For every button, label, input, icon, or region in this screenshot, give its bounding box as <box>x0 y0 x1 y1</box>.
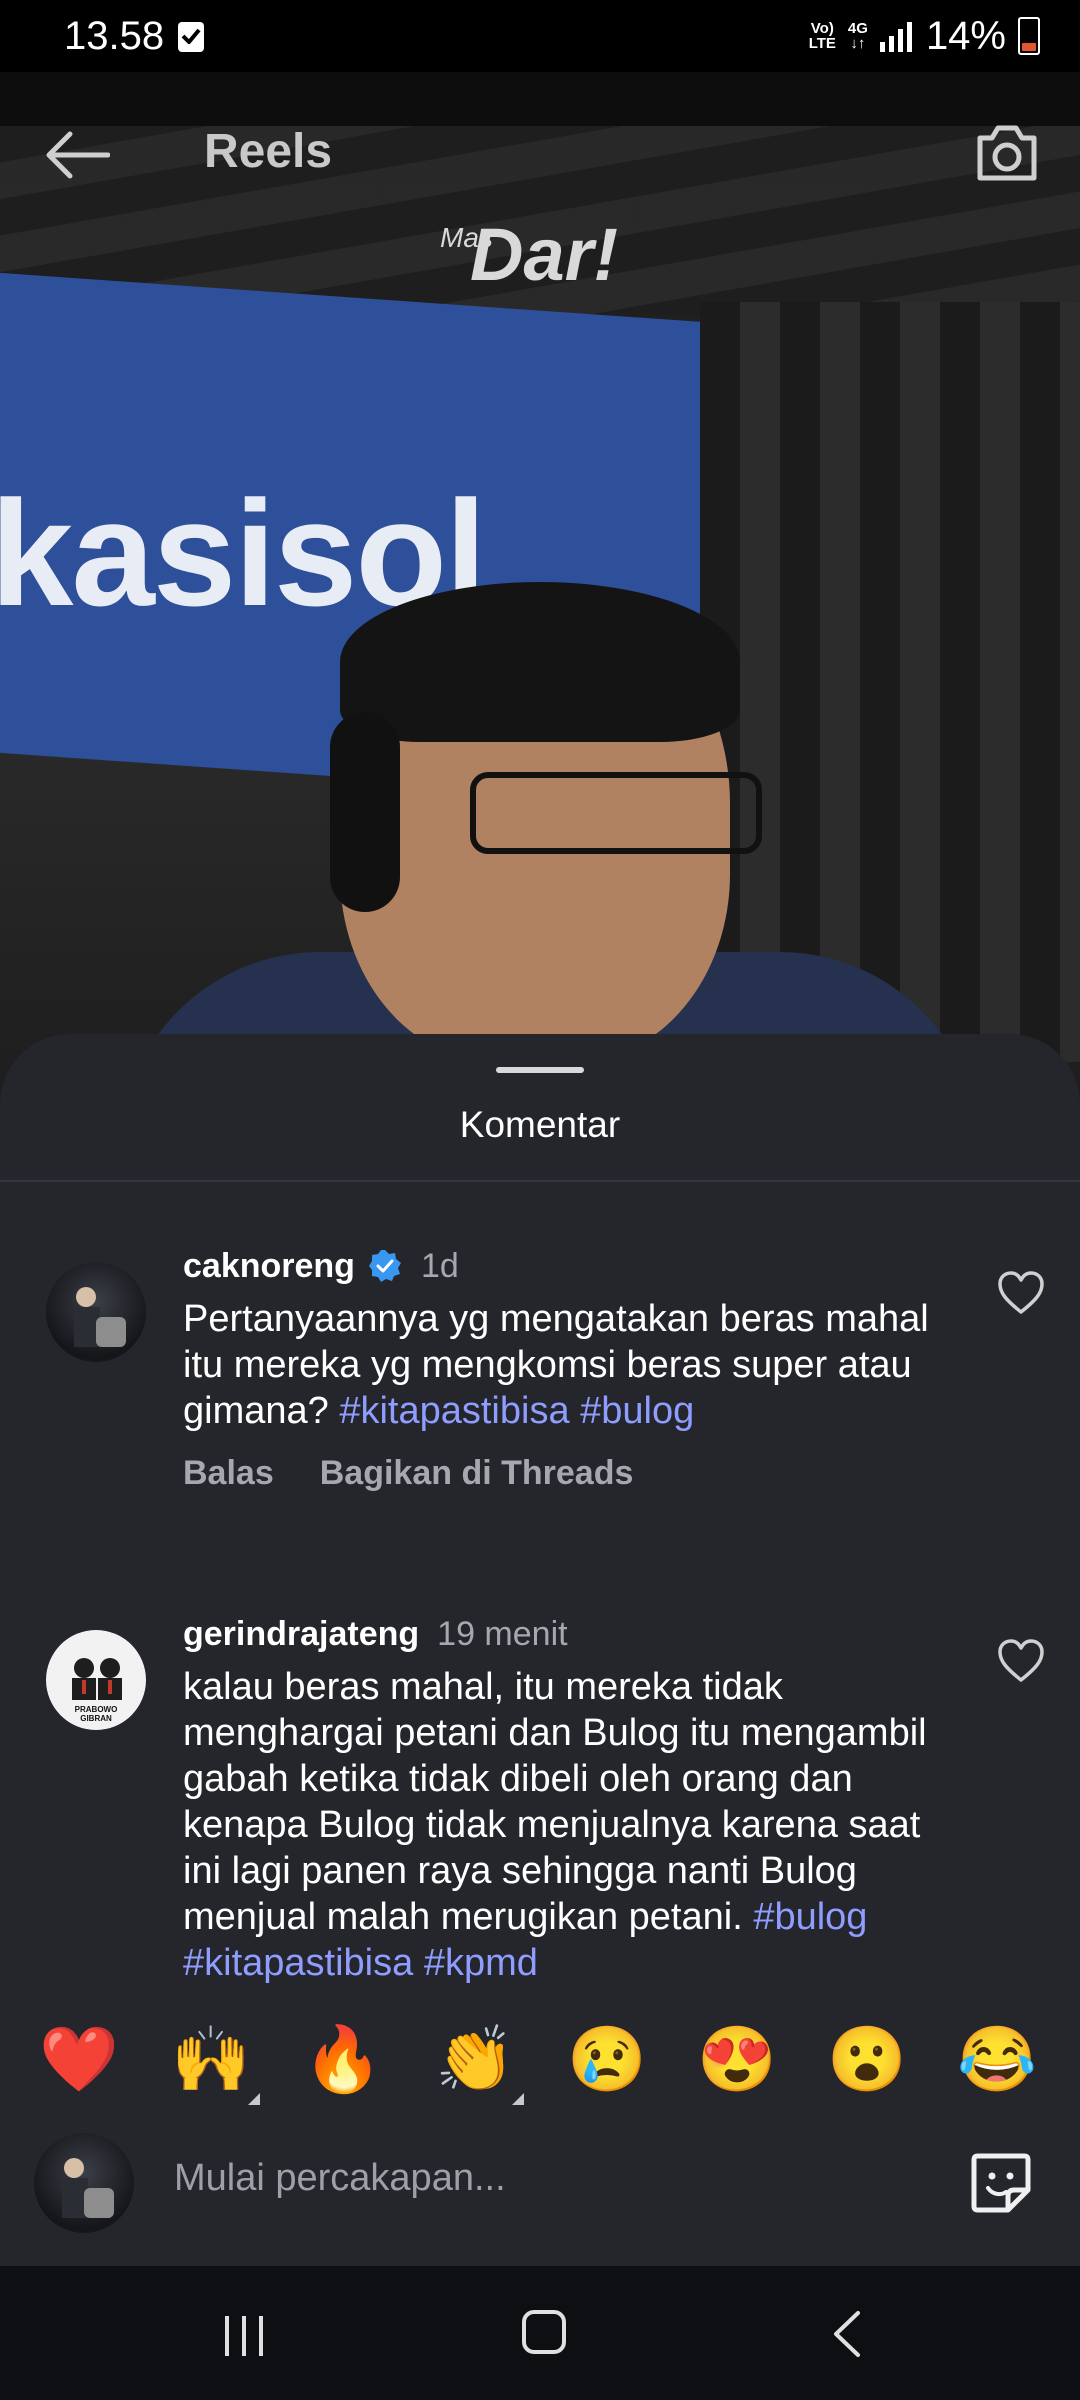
hashtag-link[interactable]: #kitapastibisa <box>183 1942 413 1984</box>
status-bar: 13.58 Vo) LTE 4G ↓↑ 14% <box>0 0 1080 72</box>
recent-apps-icon[interactable] <box>222 2314 266 2358</box>
emoji-clapping[interactable]: 👏 <box>430 2019 520 2099</box>
camera-icon[interactable] <box>974 122 1040 184</box>
verified-badge-icon <box>368 1250 401 1282</box>
network-type-indicator: 4G ↓↑ <box>847 20 868 52</box>
emoji-surprised[interactable]: 😮 <box>822 2019 912 2099</box>
volte-indicator: Vo) LTE <box>808 20 836 52</box>
comment-time: 1d <box>420 1246 459 1285</box>
emoji-heart-eyes[interactable]: 😍 <box>692 2019 782 2099</box>
battery-percent: 14% <box>925 13 1006 58</box>
reels-header: Reels <box>0 110 1080 200</box>
system-navbar <box>0 2266 1080 2400</box>
arrow-left-icon[interactable] <box>44 130 110 180</box>
skin-tone-indicator <box>248 2093 260 2105</box>
avatar[interactable]: PRABOWO GIBRAN <box>46 1630 146 1730</box>
hashtag-link[interactable]: #kpmd <box>424 1942 538 1984</box>
sheet-drag-handle[interactable] <box>496 1067 584 1073</box>
emoji-raised-hands[interactable]: 🙌 <box>166 2019 256 2099</box>
comment-body: caknoreng 1d Pertanyaannya yg mengatakan… <box>183 1246 953 1493</box>
divider <box>0 1180 1080 1182</box>
hashtag-link[interactable]: #bulog <box>753 1896 867 1938</box>
home-icon[interactable] <box>522 2310 566 2354</box>
heart-icon[interactable] <box>996 1636 1046 1686</box>
comment-body: gerindrajateng 19 menit kalau beras maha… <box>183 1614 953 1986</box>
status-time: 13.58 <box>64 14 165 58</box>
comment-username[interactable]: caknoreng <box>183 1247 355 1286</box>
comment-username[interactable]: gerindrajateng <box>183 1615 419 1654</box>
emoji-laughing[interactable]: 😂 <box>952 2019 1042 2099</box>
comment-input[interactable]: Mulai percakapan... <box>174 2157 506 2200</box>
sticker-icon[interactable] <box>968 2150 1034 2216</box>
page-title: Reels <box>204 125 333 178</box>
emoji-heart[interactable]: ❤️ <box>34 2019 124 2099</box>
comment-input-row <box>0 2130 1080 2266</box>
back-icon[interactable] <box>830 2310 864 2358</box>
status-indicators: Vo) LTE 4G ↓↑ 14% <box>809 14 1040 58</box>
avatar <box>34 2133 134 2233</box>
skin-tone-indicator <box>512 2093 524 2105</box>
svg-text:PRABOWO: PRABOWO <box>75 1705 118 1714</box>
hashtag-link[interactable]: #kitapastibisa <box>339 1390 569 1432</box>
svg-text:GIBRAN: GIBRAN <box>80 1714 112 1723</box>
comment-text: Pertanyaannya yg mengatakan beras mahal … <box>183 1298 929 1432</box>
reply-button[interactable]: Balas <box>183 1454 274 1493</box>
heart-icon[interactable] <box>996 1268 1046 1318</box>
avatar[interactable] <box>46 1262 146 1362</box>
share-threads-button[interactable]: Bagikan di Threads <box>320 1454 634 1493</box>
reel-video[interactable]: kasisol Mas Dar! <box>0 72 1080 1152</box>
battery-icon <box>1018 17 1040 55</box>
emoji-crying[interactable]: 😢 <box>562 2019 652 2099</box>
sheet-title: Komentar <box>459 1104 621 1145</box>
emoji-fire[interactable]: 🔥 <box>298 2019 388 2099</box>
emoji-quick-bar: ❤️ 🙌 🔥 👏 😢 😍 😮 😂 <box>0 1997 1080 2129</box>
hashtag-link[interactable]: #bulog <box>580 1390 694 1432</box>
comment-text: kalau beras mahal, itu mereka tidak meng… <box>183 1666 927 1984</box>
signal-icon <box>879 22 912 52</box>
checkbox-notification-icon <box>178 22 204 52</box>
comment-time: 19 menit <box>437 1614 568 1653</box>
